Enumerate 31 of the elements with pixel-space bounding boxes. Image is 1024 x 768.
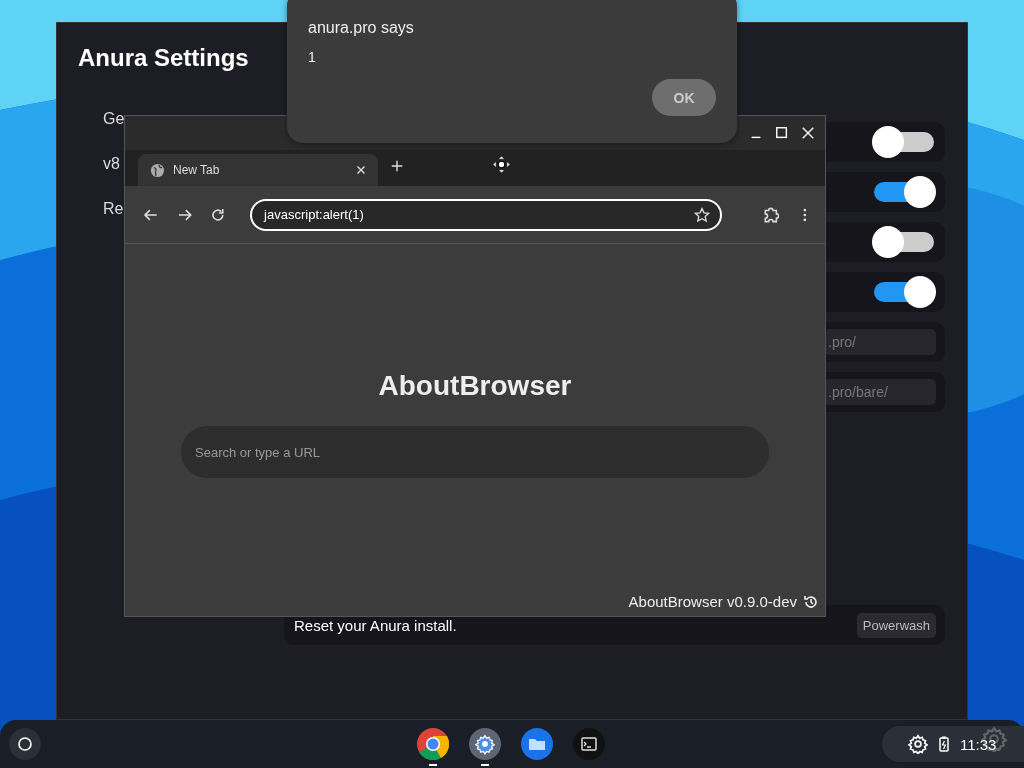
launcher-button[interactable] [9, 728, 41, 760]
toggle-switch[interactable] [872, 176, 936, 208]
maximize-icon[interactable] [775, 126, 789, 140]
toggle-switch[interactable] [872, 276, 936, 308]
search-field[interactable]: Search or type a URL [181, 426, 769, 478]
battery-icon [936, 734, 952, 754]
browser-tab[interactable]: New Tab [138, 154, 378, 186]
history-icon[interactable] [803, 593, 819, 610]
star-icon[interactable] [693, 206, 710, 223]
toggle-switch[interactable] [872, 226, 936, 258]
close-icon[interactable] [801, 126, 815, 140]
powerwash-button[interactable]: Powerwash [856, 612, 936, 638]
setting-label: Reset your Anura install. [294, 616, 457, 634]
sidebar-item[interactable]: Ge [103, 109, 125, 128]
address-bar[interactable]: javascript:alert(1) [250, 198, 722, 231]
move-cursor-icon [493, 156, 510, 173]
clock: 11:33 [960, 735, 997, 753]
globe-icon [150, 162, 165, 178]
version-label: AboutBrowser v0.9.0-dev [628, 593, 797, 610]
circle-icon [17, 736, 33, 752]
sidebar-item[interactable]: v8 [103, 154, 120, 173]
app-browser-button[interactable] [417, 728, 449, 766]
plus-icon[interactable] [390, 159, 404, 173]
dialog-title: anura.pro says [308, 19, 415, 37]
page-title: AboutBrowser [378, 370, 572, 402]
app-settings-button[interactable] [469, 728, 501, 766]
toggle-switch[interactable] [872, 126, 936, 158]
dialog-message: 1 [308, 49, 317, 65]
reload-icon[interactable] [210, 206, 227, 223]
sidebar-item[interactable]: Re [103, 199, 124, 218]
window-title: Anura Settings [78, 43, 249, 73]
